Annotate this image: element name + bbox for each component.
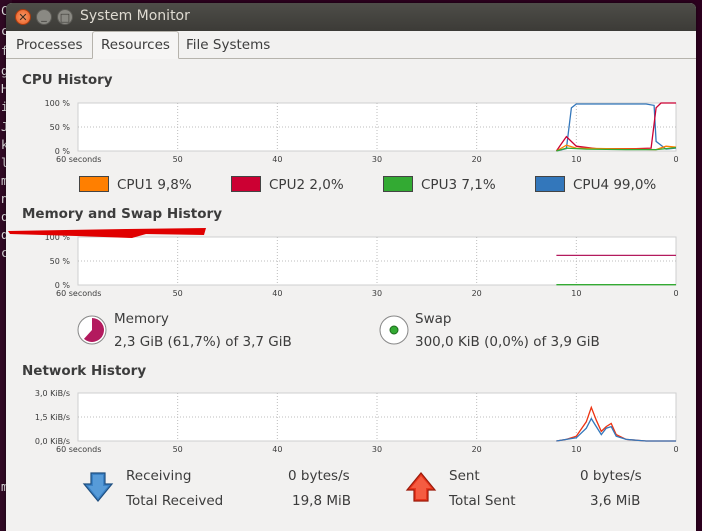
tab-resources[interactable]: Resources — [92, 31, 179, 59]
cpu-x-tick-label: 40 — [272, 155, 282, 164]
memory-history-title: Memory and Swap History — [22, 206, 222, 222]
cpu4-legend: CPU4 99,0% — [573, 177, 657, 193]
sent-label: Sent — [449, 468, 480, 484]
network-graph: 3,0 KiB/s 1,5 KiB/s 0,0 KiB/s 60 seconds 50 4… — [6, 385, 696, 457]
cpu-x-tick-label: 20 — [472, 155, 482, 164]
network-x-tick-label: 50 — [173, 445, 183, 454]
cpu2-color-swatch[interactable] — [231, 176, 261, 192]
memory-x-tick-label: 40 — [272, 289, 282, 298]
total-sent-label: Total Sent — [449, 493, 516, 509]
network-x-tick-label: 20 — [472, 445, 482, 454]
close-button[interactable]: ✕ — [15, 9, 31, 25]
tab-processes[interactable]: Processes — [8, 34, 91, 57]
cpu-x-tick-label: 50 — [173, 155, 183, 164]
total-received-label: Total Received — [126, 493, 224, 509]
cpu-x-tick-label: 60 seconds — [56, 155, 101, 164]
network-y-tick-label: 1,5 KiB/s — [35, 413, 70, 422]
red-annotation-stroke — [8, 228, 206, 238]
cpu-x-tick-label: 10 — [571, 155, 581, 164]
sent-arrow-icon[interactable] — [405, 471, 437, 503]
minimize-button[interactable]: _ — [36, 9, 52, 25]
network-x-tick-label: 60 seconds — [56, 445, 101, 454]
cpu-y-tick-label: 100 % — [45, 99, 71, 108]
memory-x-tick-label: 60 seconds — [56, 289, 101, 298]
system-monitor-window: ✕ _ □ System Monitor Processes Resources… — [6, 3, 696, 531]
tab-bar: Processes Resources File Systems — [6, 31, 696, 59]
memory-x-tick-label: 50 — [173, 289, 183, 298]
title-bar[interactable]: ✕ _ □ System Monitor — [6, 3, 696, 31]
receiving-value: 0 bytes/s — [288, 468, 350, 484]
receiving-arrow-icon[interactable] — [82, 471, 114, 503]
memory-y-tick-label: 50 % — [50, 257, 71, 266]
swap-label: Swap — [415, 311, 452, 327]
receiving-label: Receiving — [126, 468, 192, 484]
network-x-tick-label: 40 — [272, 445, 282, 454]
swap-pie-slice — [389, 325, 399, 335]
memory-x-tick-label: 20 — [472, 289, 482, 298]
network-x-tick-label: 10 — [571, 445, 581, 454]
network-history-title: Network History — [22, 363, 147, 379]
sent-value: 0 bytes/s — [580, 468, 642, 484]
cpu4-color-swatch[interactable] — [535, 176, 565, 192]
memory-label: Memory — [114, 311, 169, 327]
cpu-y-tick-label: 50 % — [50, 123, 71, 132]
memory-x-tick-label: 30 — [372, 289, 382, 298]
cpu3-color-swatch[interactable] — [383, 176, 413, 192]
window-title: System Monitor — [80, 8, 190, 24]
cpu-x-tick-label: 0 — [673, 155, 678, 164]
cpu-history-title: CPU History — [22, 72, 113, 88]
cpu-graph: 100 % 50 % 0 % 60 seconds 50 40 30 20 10 0 — [6, 95, 696, 167]
network-x-tick-label: 30 — [372, 445, 382, 454]
memory-x-tick-label: 10 — [571, 289, 581, 298]
total-sent-value: 3,6 MiB — [590, 493, 641, 509]
cpu-x-tick-label: 30 — [372, 155, 382, 164]
memory-x-tick-label: 0 — [673, 289, 678, 298]
total-received-value: 19,8 MiB — [292, 493, 352, 509]
maximize-button[interactable]: □ — [57, 9, 73, 25]
swap-pie-icon[interactable] — [378, 314, 410, 346]
memory-pie-icon[interactable] — [76, 314, 108, 346]
cpu1-color-swatch[interactable] — [79, 176, 109, 192]
cpu3-legend: CPU3 7,1% — [421, 177, 496, 193]
network-y-tick-label: 3,0 KiB/s — [35, 389, 70, 398]
memory-value: 2,3 GiB (61,7%) of 3,7 GiB — [114, 334, 292, 350]
tab-file-systems[interactable]: File Systems — [178, 34, 278, 57]
network-x-tick-label: 0 — [673, 445, 678, 454]
swap-value: 300,0 KiB (0,0%) of 3,9 GiB — [415, 334, 600, 350]
cpu1-legend: CPU1 9,8% — [117, 177, 192, 193]
cpu2-legend: CPU2 2,0% — [269, 177, 344, 193]
